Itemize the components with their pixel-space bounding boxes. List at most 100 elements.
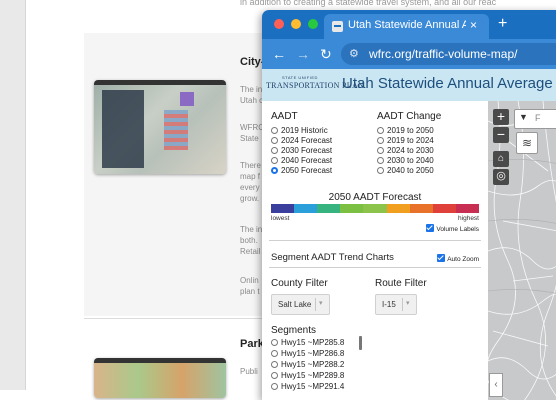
radio-2030-to-2040[interactable]: 2030 to 2040 bbox=[377, 156, 434, 166]
control-panel: AADT AADT Change 2019 Historic 2024 Fore… bbox=[262, 101, 489, 400]
county-filter-select[interactable]: Salt Lake ▾ bbox=[271, 294, 330, 315]
list-item[interactable]: Hwy15 ~MP288.2 bbox=[271, 360, 361, 371]
radio-icon[interactable] bbox=[377, 157, 384, 164]
unified-plan-logo: STATE UNIFIED TRANSPORTATION PLAN bbox=[266, 75, 365, 90]
aadt-change-heading: AADT Change bbox=[377, 111, 442, 122]
list-item[interactable]: Hwy15 ~MP291.4 bbox=[271, 382, 361, 393]
tab-close-icon[interactable]: × bbox=[470, 18, 477, 32]
radio-icon[interactable] bbox=[377, 147, 384, 154]
section-paragraph-2: Publi bbox=[240, 367, 258, 376]
section-paragraph: There map f every grow. bbox=[240, 161, 261, 203]
section-heading-2: Park bbox=[240, 338, 264, 350]
section-paragraph: The in both. Retail bbox=[240, 225, 263, 256]
section-paragraph: Onlin plan t bbox=[240, 276, 260, 296]
radio-2024-forecast[interactable]: 2024 Forecast bbox=[271, 136, 332, 146]
segments-list[interactable]: Hwy15 ~MP285.8 Hwy15 ~MP286.8 Hwy15 ~MP2… bbox=[271, 336, 362, 400]
list-item[interactable]: Hwy15 ~MP286.8 bbox=[271, 349, 361, 360]
aadt-heading: AADT bbox=[271, 111, 298, 122]
radio-2030-forecast[interactable]: 2030 Forecast bbox=[271, 146, 332, 156]
route-filter-select[interactable]: I-15 ▾ bbox=[375, 294, 417, 315]
legend-title: 2050 AADT Forecast bbox=[328, 192, 422, 203]
close-window-button[interactable] bbox=[274, 19, 284, 29]
panel-collapse-icon[interactable]: ‹ bbox=[489, 373, 503, 397]
legend-lowest-label: lowest bbox=[271, 215, 290, 222]
checkbox-checked-icon[interactable] bbox=[426, 224, 435, 232]
url-text[interactable]: wfrc.org/traffic-volume-map/ bbox=[369, 47, 517, 61]
locate-icon[interactable]: ◎ bbox=[493, 169, 509, 185]
radio-icon[interactable] bbox=[271, 372, 278, 379]
radio-icon[interactable] bbox=[271, 137, 278, 144]
checkbox-checked-icon[interactable] bbox=[437, 254, 446, 262]
map-view[interactable]: + − ⌂ ◎ ▼ F ≋ ‹ bbox=[488, 101, 556, 400]
reload-icon[interactable]: ↻ bbox=[320, 46, 332, 63]
radio-selected-icon[interactable] bbox=[271, 167, 278, 174]
park-map-thumbnail[interactable] bbox=[94, 358, 226, 398]
radio-icon[interactable] bbox=[377, 167, 384, 174]
zoom-out-button[interactable]: − bbox=[493, 127, 509, 143]
app-title: Utah Statewide Annual Average Daily bbox=[342, 75, 556, 92]
radio-icon[interactable] bbox=[377, 137, 384, 144]
legend-swatch bbox=[455, 204, 479, 213]
legend-swatch bbox=[363, 204, 387, 213]
legend-swatch bbox=[432, 204, 456, 213]
legend-swatch bbox=[294, 204, 318, 213]
legend-swatch bbox=[271, 204, 295, 213]
legend-swatch bbox=[317, 204, 341, 213]
radio-icon[interactable] bbox=[377, 127, 384, 134]
legend-swatch bbox=[409, 204, 433, 213]
color-ramp-legend bbox=[271, 204, 479, 213]
route-filter-label: Route Filter bbox=[375, 278, 427, 289]
zoom-in-button[interactable]: + bbox=[493, 109, 509, 125]
radio-2040-to-2050[interactable]: 2040 to 2050 bbox=[377, 166, 434, 176]
radio-2040-forecast[interactable]: 2040 Forecast bbox=[271, 156, 332, 166]
caret-down-icon: ▼ bbox=[519, 112, 528, 122]
section-paragraph: The in Utah c bbox=[240, 85, 264, 105]
tab-bar: Utah Statewide Annual Averag × + bbox=[262, 10, 556, 39]
radio-2019-to-2050[interactable]: 2019 to 2050 bbox=[377, 126, 434, 136]
browser-window: Utah Statewide Annual Averag × + ← → ↻ ⚙… bbox=[262, 10, 556, 400]
radio-icon[interactable] bbox=[271, 339, 278, 346]
layers-icon[interactable]: ≋ bbox=[516, 132, 538, 154]
browser-tab-active[interactable]: Utah Statewide Annual Averag × bbox=[324, 14, 489, 39]
chevron-down-icon: ▾ bbox=[406, 300, 410, 307]
radio-icon[interactable] bbox=[271, 147, 278, 154]
county-filter-label: County Filter bbox=[271, 278, 328, 289]
section-paragraph: WFRC State bbox=[240, 123, 264, 143]
app-header: STATE UNIFIED TRANSPORTATION PLAN Utah S… bbox=[262, 69, 556, 102]
tab-title: Utah Statewide Annual Averag bbox=[348, 19, 466, 31]
list-item[interactable]: Hwy15 ~MP289.8 bbox=[271, 371, 361, 382]
divider bbox=[269, 267, 481, 268]
radio-2019-to-2024[interactable]: 2019 to 2024 bbox=[377, 136, 434, 146]
browser-toolbar: ← → ↻ ⚙ wfrc.org/traffic-volume-map/ bbox=[262, 39, 556, 69]
city-map-thumbnail[interactable] bbox=[94, 80, 226, 174]
back-arrow-icon[interactable]: ← bbox=[272, 46, 286, 62]
radio-icon[interactable] bbox=[271, 361, 278, 368]
divider bbox=[269, 240, 481, 241]
radio-icon[interactable] bbox=[271, 157, 278, 164]
legend-swatch bbox=[386, 204, 410, 213]
site-settings-icon[interactable]: ⚙ bbox=[349, 47, 359, 60]
new-tab-button[interactable]: + bbox=[498, 15, 507, 33]
radio-2019-historic[interactable]: 2019 Historic bbox=[271, 126, 328, 136]
volume-labels-toggle[interactable]: Volume Labels bbox=[426, 224, 479, 233]
legend-swatch bbox=[340, 204, 364, 213]
radio-2050-forecast[interactable]: 2050 Forecast bbox=[271, 166, 332, 176]
background-intro-text: in addition to creating a statewide trav… bbox=[240, 0, 497, 7]
radio-icon[interactable] bbox=[271, 383, 278, 390]
forward-arrow-icon[interactable]: → bbox=[296, 46, 310, 62]
auto-zoom-toggle[interactable]: Auto Zoom bbox=[437, 254, 479, 263]
address-bar[interactable]: ⚙ wfrc.org/traffic-volume-map/ bbox=[341, 43, 556, 65]
chevron-down-icon: ▾ bbox=[319, 300, 323, 307]
radio-2024-to-2030[interactable]: 2024 to 2030 bbox=[377, 146, 434, 156]
legend-highest-label: highest bbox=[458, 215, 479, 222]
trend-charts-heading: Segment AADT Trend Charts bbox=[271, 252, 394, 263]
radio-icon[interactable] bbox=[271, 350, 278, 357]
minimize-window-button[interactable] bbox=[291, 19, 301, 29]
list-item[interactable]: Hwy15 ~MP285.8 bbox=[271, 338, 361, 349]
maximize-window-button[interactable] bbox=[308, 19, 318, 29]
home-icon[interactable]: ⌂ bbox=[493, 151, 509, 167]
radio-icon[interactable] bbox=[271, 127, 278, 134]
background-browser-edge bbox=[0, 0, 26, 390]
segments-label: Segments bbox=[271, 325, 317, 336]
map-search-select[interactable]: ▼ F bbox=[514, 109, 556, 129]
